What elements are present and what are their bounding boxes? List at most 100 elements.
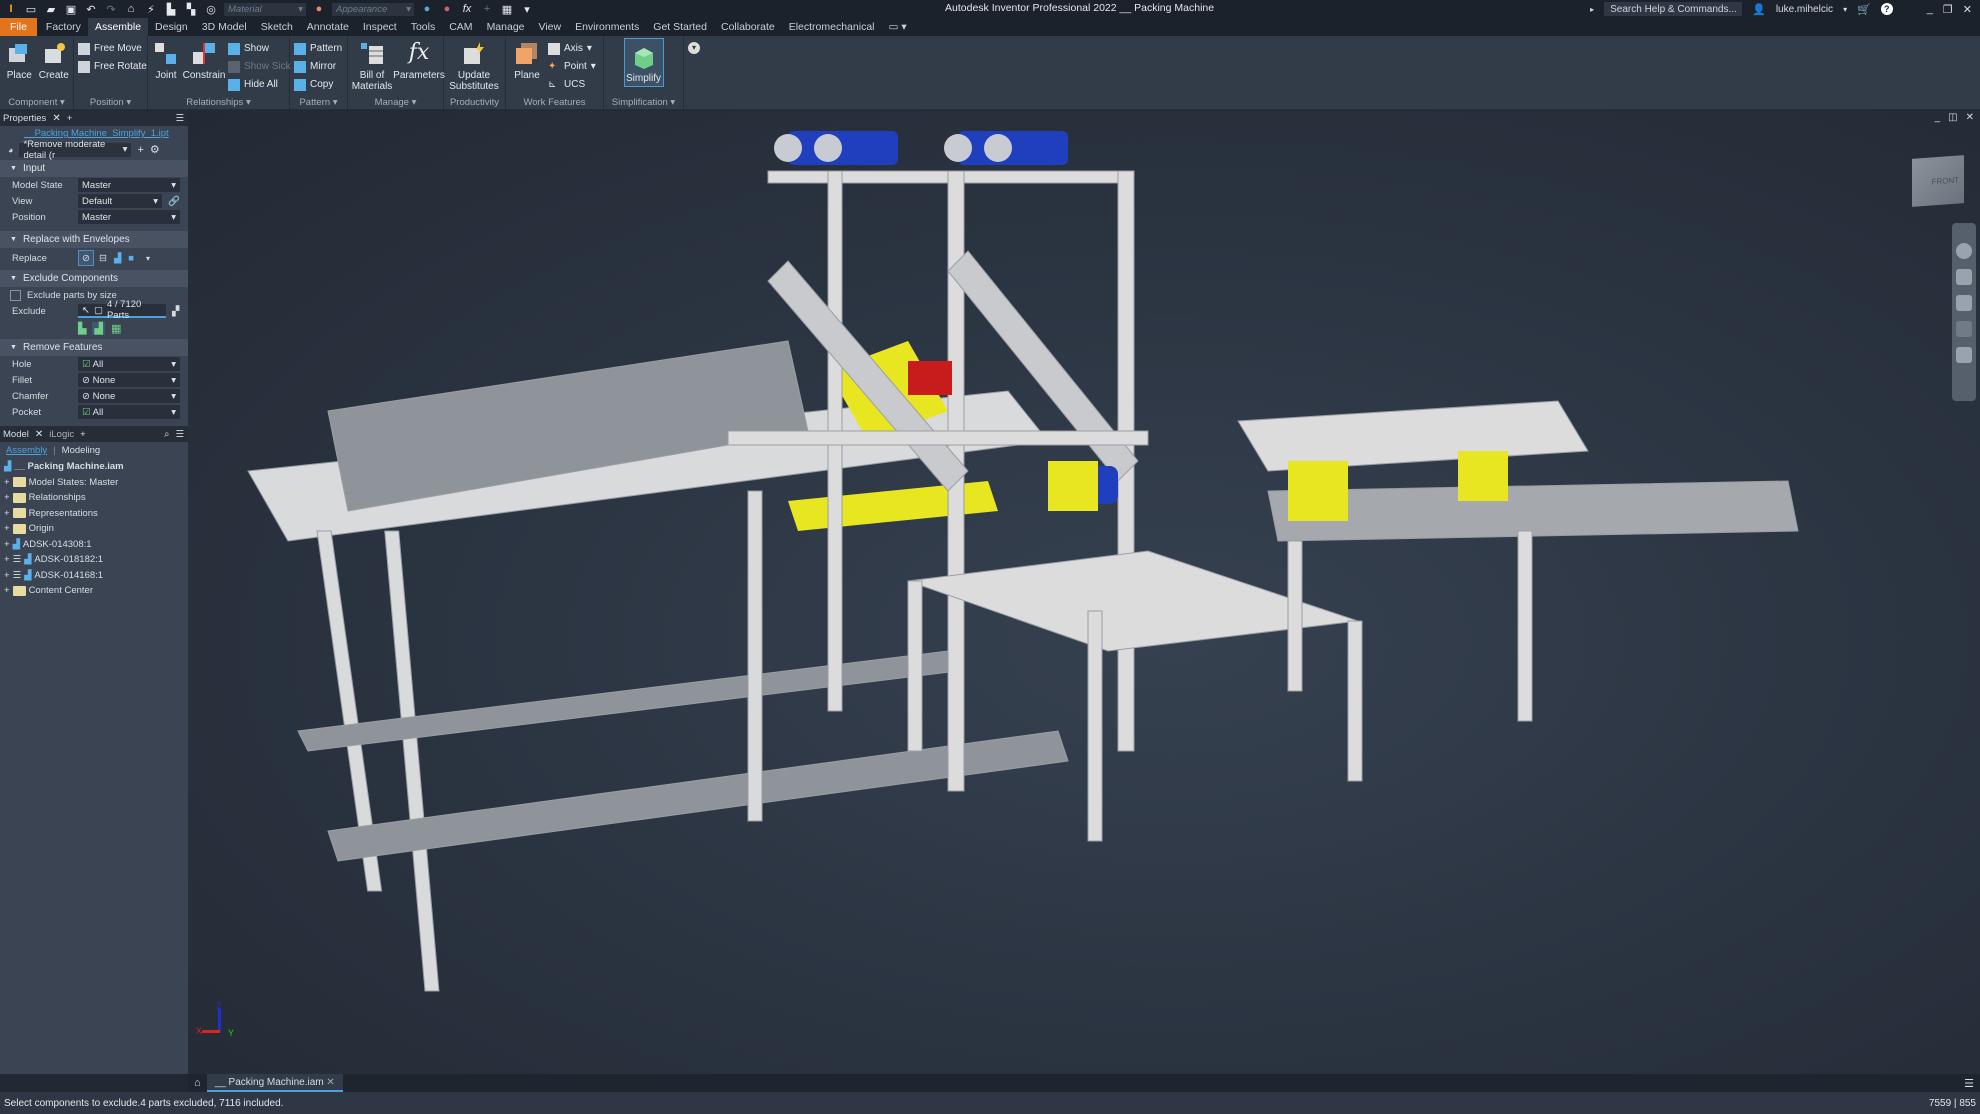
fillet-dropdown[interactable]: ⊘ None ▾ [78,373,180,387]
expand-arrow-icon[interactable]: ▸ [1590,5,1594,14]
hole-dropdown[interactable]: ☑ All ▾ [78,357,180,371]
copy-button[interactable]: Copy [294,77,342,92]
restore-icon[interactable]: ❐ [1943,3,1953,16]
section-input[interactable]: ▼ Input [0,160,188,177]
tree-node[interactable]: + ☰ ▟ ADSK-018182:1 [0,552,188,568]
free-move-button[interactable]: Free Move [78,41,147,56]
tree-node[interactable]: + Content Center [0,583,188,599]
free-rotate-button[interactable]: Free Rotate [78,59,147,74]
replace-bounding-icon[interactable]: ⊟ [99,253,107,264]
expand-icon[interactable]: + [4,477,10,488]
view-dropdown[interactable]: Default ▾ [78,194,162,208]
select-part-icon[interactable]: ▙ [78,322,86,335]
panel-menu-icon[interactable]: ☰ [175,113,184,124]
adjust-appearance-icon[interactable]: ● [420,2,434,16]
tree-node[interactable]: + Relationships [0,490,188,506]
help-search-input[interactable]: Search Help & Commands... [1604,2,1743,16]
material-dropdown[interactable]: Material ▾ [224,2,306,16]
replace-dropdown-icon[interactable]: ▾ [146,254,150,263]
group-label-pattern[interactable]: Pattern ▾ [290,97,347,109]
position-dropdown[interactable]: Master ▾ [78,210,180,224]
expand-icon[interactable]: + [4,523,10,534]
simplify-button[interactable]: Simplify [623,38,664,87]
place-button[interactable]: Place [4,38,35,81]
tab-3d-model[interactable]: 3D Model [195,18,254,36]
close-icon[interactable]: ✕ [1963,3,1972,16]
show-sick-button[interactable]: Show Sick [228,59,291,74]
tab-sketch[interactable]: Sketch [254,18,300,36]
create-button[interactable]: Create [39,38,70,81]
bill-of-materials-button[interactable]: Bill of Materials [352,38,392,92]
close-model-icon[interactable]: ✕ [35,429,43,440]
tab-ilogic[interactable]: iLogic [49,429,74,440]
home-icon[interactable]: ⌂ [124,2,138,16]
customize-icon[interactable]: ▾ [520,2,534,16]
user-name[interactable]: luke.mihelcic [1776,4,1833,15]
show-button[interactable]: Show [228,41,291,56]
section-replace-envelopes[interactable]: ▼ Replace with Envelopes [0,231,188,248]
pocket-dropdown[interactable]: ☑ All ▾ [78,405,180,419]
expand-icon[interactable]: + [4,539,10,550]
ucs-button[interactable]: ⊾ UCS [548,77,596,92]
expand-icon[interactable]: + [4,508,10,519]
tab-get-started[interactable]: Get Started [646,18,714,36]
tab-properties[interactable]: Properties [3,113,46,124]
constrain-button[interactable]: Constrain [183,38,225,81]
browser-search-icon[interactable]: ⌕ [164,429,169,440]
3d-viewport[interactable]: _ ◫ ✕ FRONT Z X Y [188,111,1980,1074]
tab-collaborate[interactable]: Collaborate [714,18,782,36]
tab-cam[interactable]: CAM [442,18,479,36]
replace-box-icon[interactable]: ■ [128,253,134,264]
preset-dropdown[interactable]: *Remove moderate detail (r ▾ [19,139,132,161]
exclude-by-size-checkbox[interactable] [10,289,21,301]
clear-appearance-icon[interactable]: ● [440,2,454,16]
group-label-relationships[interactable]: Relationships ▾ [148,97,289,109]
joint-button[interactable]: Joint [152,38,180,81]
undo-icon[interactable]: ↶ [84,2,98,16]
tab-environments[interactable]: Environments [568,18,646,36]
new-file-icon[interactable]: ▭ [24,2,38,16]
add-preset-icon[interactable]: + [137,144,143,156]
open-icon[interactable]: ▰ [44,2,58,16]
mirror-button[interactable]: Mirror [294,59,342,74]
exclude-options-icon[interactable]: ▞ [172,306,179,317]
tab-inspect[interactable]: Inspect [356,18,404,36]
tab-view[interactable]: View [532,18,569,36]
axis-button[interactable]: Axis ▾ [548,41,596,56]
replace-none-icon[interactable]: ⊘ [78,250,94,266]
mode-assembly[interactable]: Assembly [6,445,47,456]
extra-dropdown-icon[interactable]: ▾ [688,42,700,54]
doc-tab-packing-machine[interactable]: __ Packing Machine.iam ✕ [206,1074,343,1092]
close-properties-icon[interactable]: ✕ [52,113,60,124]
mode-modeling[interactable]: Modeling [62,445,101,456]
redo-icon[interactable]: ↷ [104,2,118,16]
tab-tools[interactable]: Tools [404,18,443,36]
tree-node[interactable]: + Model States: Master [0,475,188,491]
group-label-position[interactable]: Position ▾ [74,97,147,109]
tree-node[interactable]: + Representations [0,506,188,522]
tab-assemble[interactable]: Assemble [87,18,149,36]
exclude-selection-field[interactable]: ↖ ▢ 4 / 7120 Parts [78,299,166,321]
expand-icon[interactable]: + [4,492,10,503]
update-substitutes-button[interactable]: Update Substitutes [448,38,500,92]
expand-icon[interactable]: + [4,570,10,581]
plane-button[interactable]: Plane [510,38,544,81]
hide-all-button[interactable]: Hide All [228,77,291,92]
pattern-button[interactable]: Pattern [294,41,342,56]
minimize-icon[interactable]: _ [1927,3,1933,15]
section-remove-features[interactable]: ▼ Remove Features [0,339,188,356]
parameters-button[interactable]: fx Parameters [393,38,445,81]
group-label-component[interactable]: Component ▾ [0,97,73,109]
replace-assembly-icon[interactable]: ▟ [114,253,121,264]
link-icon[interactable]: 🔗 [168,196,180,207]
save-icon[interactable]: ▣ [64,2,78,16]
tab-electromechanical[interactable]: Electromechanical [782,18,882,36]
tree-node[interactable]: + Origin [0,521,188,537]
tree-root[interactable]: ▟ __ Packing Machine.iam [0,459,188,475]
measure-icon[interactable]: ▚ [184,2,198,16]
browser-menu-icon[interactable]: ☰ [175,429,184,440]
add-panel-icon[interactable]: + [67,113,73,124]
user-dropdown-icon[interactable]: ▾ [1843,5,1847,14]
close-doc-icon[interactable]: ✕ [326,1077,334,1088]
cart-icon[interactable]: 🛒 [1857,3,1871,16]
